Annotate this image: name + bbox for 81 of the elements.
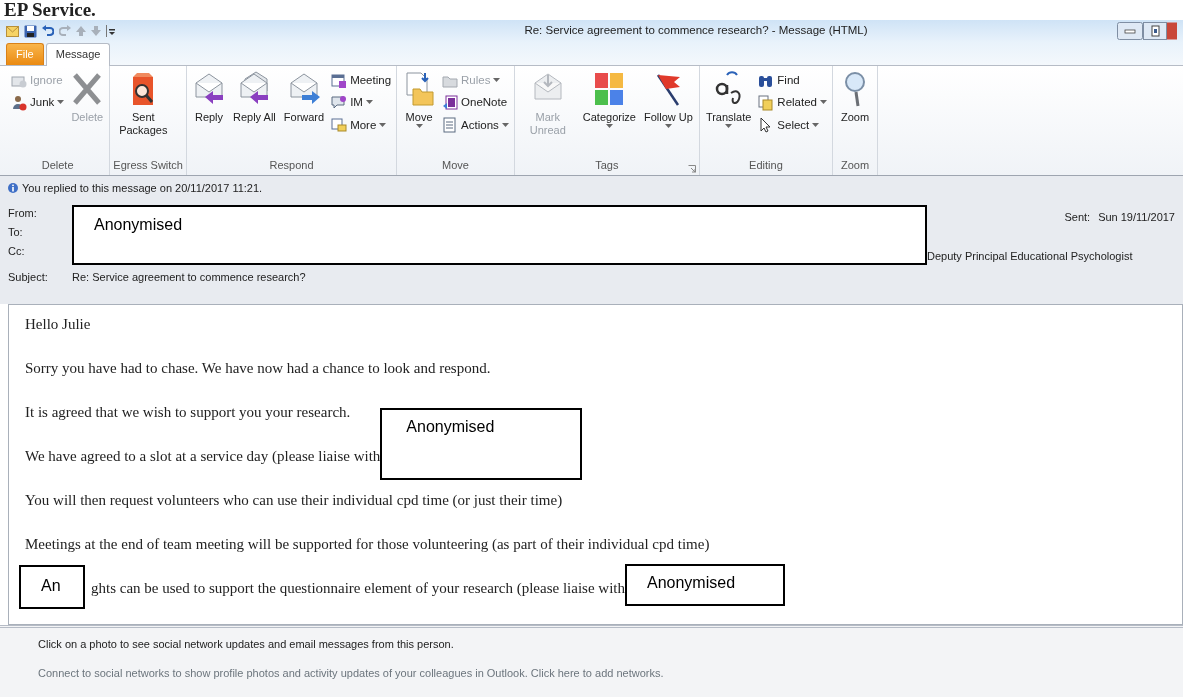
documents-icon [758, 94, 775, 111]
caret-icon [812, 122, 820, 128]
notebook-icon [442, 94, 459, 111]
redaction-box: Anonymised [625, 564, 785, 606]
ribbon-button[interactable]: Reply All [230, 69, 279, 126]
close-icon[interactable] [1167, 22, 1177, 40]
person-icon [11, 94, 27, 111]
x-icon [71, 71, 104, 107]
redaction-box: Anonymised [380, 408, 583, 480]
field-label: Sent: [1064, 209, 1091, 225]
redaction-box: Anonymised [72, 204, 927, 265]
ribbon-button[interactable]: Move [400, 69, 439, 131]
caret-icon [379, 122, 387, 128]
field-label: Cc: [8, 243, 26, 259]
page-heading: EP Service. [3, 0, 97, 20]
group-label: Respond [269, 159, 314, 171]
ribbon-button[interactable]: Find [756, 71, 829, 91]
caret-icon [493, 78, 501, 84]
save-icon[interactable] [24, 24, 37, 38]
restore-icon[interactable] [1143, 22, 1167, 40]
app-icon[interactable] [6, 25, 19, 37]
ribbon-button[interactable]: Reply [190, 69, 228, 126]
group-label: Editing [749, 159, 783, 171]
email-paragraph: Hello Julie [25, 316, 91, 332]
ribbon-button[interactable]: Translate [702, 69, 755, 131]
list-icon [442, 117, 459, 134]
ribbon-button[interactable]: Zoom [836, 69, 874, 126]
people-pane-hint: Click on a photo to see social network updates and email messages from this person. [38, 637, 455, 652]
group-label: Delete [41, 159, 74, 171]
ribbon-button[interactable]: Categorize [579, 69, 639, 131]
email-paragraph: It is agreed that we wish to support you your research. [25, 404, 351, 420]
ribbon-button[interactable]: Actions [440, 115, 511, 135]
ribbon-button[interactable]: Junk [9, 93, 67, 113]
field-label: Subject: [8, 269, 49, 285]
info-message: You replied to this message on 20/11/2017 11:21. [22, 181, 263, 196]
chat-icon [331, 94, 348, 111]
caret-icon [57, 100, 65, 106]
ribbon-button[interactable]: IM [329, 93, 394, 113]
group-label: Zoom [840, 159, 870, 171]
caret-icon [820, 100, 827, 106]
redaction-box: An [19, 565, 85, 609]
email-paragraph: Sorry you have had to chase. We have now had a chance to look and respond. [25, 360, 491, 376]
group-label: Move [441, 159, 469, 171]
undo-icon[interactable] [42, 25, 54, 37]
dialog-launcher-icon[interactable] [687, 165, 696, 174]
email-paragraph: You will then request volunteers who can use their individual cpd time (or just their time) [25, 492, 563, 508]
reply-all-icon [238, 71, 271, 107]
sent-date: Sun 19/11/2017 [1098, 209, 1175, 225]
folder-icon [403, 71, 436, 107]
group-label: Tags [595, 159, 619, 171]
ribbon-button[interactable]: Related [756, 93, 829, 113]
caret-icon [664, 124, 672, 129]
field-label: From: [8, 205, 38, 221]
ribbon-button[interactable]: Follow Up [641, 69, 696, 131]
ribbon-button[interactable]: Forward [280, 69, 328, 126]
info-icon [8, 183, 18, 194]
down-arrow-icon[interactable] [91, 26, 101, 36]
window-title: Re: Service agreement to commence research? - Message (HTML) [523, 23, 869, 39]
caret-icon [415, 124, 423, 129]
ribbon-button[interactable]: OneNote [440, 93, 511, 113]
add-networks-link[interactable]: Connect to social networks to show profile photos and activity updates of your colleagues in Outlook. Click here to add networks. [38, 664, 1183, 681]
caret-icon [605, 124, 613, 129]
ribbon-button[interactable]: More [329, 115, 394, 135]
ribbon-tab[interactable]: Message [45, 43, 111, 66]
redo-icon[interactable] [59, 25, 71, 37]
ribbon-button[interactable]: Sent Packages [113, 69, 174, 139]
customize-icon[interactable] [106, 25, 115, 37]
color-grid-icon [593, 71, 626, 107]
group-label: Egress Switch [113, 159, 183, 171]
caret-icon [501, 122, 509, 128]
subject-text: Re: Service agreement to commence research? [72, 269, 306, 285]
reply-icon [193, 71, 225, 107]
forward-icon [287, 71, 320, 107]
field-label: To: [8, 224, 24, 240]
ribbon-button[interactable]: Meeting [329, 71, 394, 91]
up-arrow-icon[interactable] [76, 26, 86, 36]
ribbon-button[interactable]: Select [756, 115, 829, 135]
email-paragraph: Meetings at the end of team meeting will be supported for those volunteering (as part of their individual cpd time) [25, 536, 710, 552]
caret-icon [365, 100, 373, 106]
caret-icon [725, 124, 733, 129]
job-title: Deputy Principal Educational Psychologist [927, 249, 1134, 264]
